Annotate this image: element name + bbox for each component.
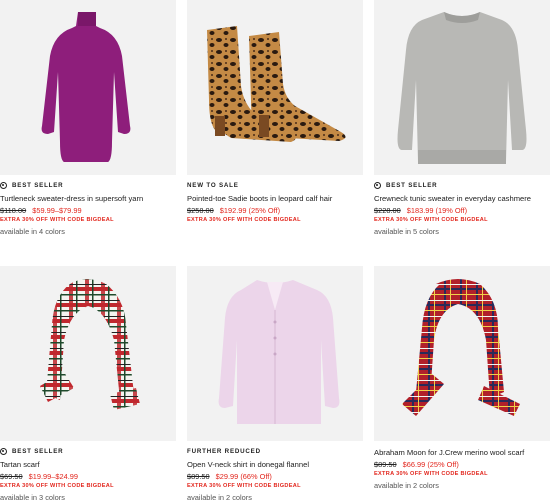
purple-sweater-dress-icon: [0, 0, 176, 175]
product-image[interactable]: [0, 266, 176, 441]
product-card[interactable]: BEST SELLER Tartan scarf $69.50 $19.99–$…: [0, 266, 176, 502]
product-card[interactable]: BEST SELLER Turtleneck sweater-dress in …: [0, 0, 176, 240]
sale-price: $19.99–$24.99: [28, 472, 78, 481]
product-grid: BEST SELLER Turtleneck sweater-dress in …: [0, 0, 550, 502]
sale-price: $29.99 (66% Off): [215, 472, 272, 481]
promo-text: EXTRA 30% OFF WITH CODE BIGDEAL: [374, 471, 488, 477]
promo-text: EXTRA 30% OFF WITH CODE BIGDEAL: [374, 217, 488, 223]
tartan-scarf-icon: [0, 266, 176, 441]
sale-price: $183.99 (19% Off): [406, 206, 468, 215]
product-image[interactable]: [187, 266, 363, 441]
product-name[interactable]: Open V-neck shirt in donegal flannel: [187, 460, 309, 469]
price: $118.00 $59.99–$79.99: [0, 206, 82, 215]
sale-price: $66.99 (25% Off): [402, 460, 459, 469]
promo-text: EXTRA 30% OFF WITH CODE BIGDEAL: [187, 483, 301, 489]
color-availability[interactable]: available in 3 colors: [0, 493, 65, 502]
grey-tunic-sweater-icon: [374, 0, 550, 175]
color-availability[interactable]: available in 4 colors: [0, 227, 65, 236]
sale-price: $59.99–$79.99: [32, 206, 82, 215]
promo-text: EXTRA 30% OFF WITH CODE BIGDEAL: [0, 483, 114, 489]
sale-price: $192.99 (25% Off): [219, 206, 281, 215]
best-seller-icon: [0, 182, 7, 189]
badge-label: BEST SELLER: [12, 182, 64, 189]
product-card[interactable]: BEST SELLER Crewneck tunic sweater in ev…: [374, 0, 550, 240]
badge-label: BEST SELLER: [386, 182, 438, 189]
promo-text: EXTRA 30% OFF WITH CODE BIGDEAL: [0, 217, 114, 223]
badge-label: BEST SELLER: [12, 448, 64, 455]
product-name[interactable]: Turtleneck sweater-dress in supersoft ya…: [0, 194, 143, 203]
product-name[interactable]: Pointed-toe Sadie boots in leopard calf …: [187, 194, 332, 203]
badge: FURTHER REDUCED: [187, 448, 261, 455]
product-card[interactable]: FURTHER REDUCED Open V-neck shirt in don…: [187, 266, 363, 502]
color-availability[interactable]: available in 2 colors: [374, 481, 439, 490]
original-price: $69.50: [0, 472, 23, 481]
product-card[interactable]: Abraham Moon for J.Crew merino wool scar…: [374, 266, 550, 502]
red-plaid-scarf-icon: [374, 266, 550, 441]
price: $228.00 $183.99 (19% Off): [374, 206, 467, 215]
price: $89.50 $29.99 (66% Off): [187, 472, 272, 481]
badge: BEST SELLER: [0, 448, 63, 455]
product-image[interactable]: [374, 266, 550, 441]
best-seller-icon: [0, 448, 7, 455]
original-price: $89.50: [374, 460, 397, 469]
leopard-boots-icon: [187, 0, 363, 175]
product-name[interactable]: Tartan scarf: [0, 460, 40, 469]
price: $258.00 $192.99 (25% Off): [187, 206, 280, 215]
badge-label: NEW TO SALE: [187, 182, 239, 189]
best-seller-icon: [374, 182, 381, 189]
product-image[interactable]: [187, 0, 363, 175]
product-image[interactable]: [374, 0, 550, 175]
original-price: $118.00: [0, 206, 27, 215]
price: $89.50 $66.99 (25% Off): [374, 460, 459, 469]
product-card[interactable]: NEW TO SALE Pointed-toe Sadie boots in l…: [187, 0, 363, 240]
badge-label: FURTHER REDUCED: [187, 448, 261, 455]
product-image[interactable]: [0, 0, 176, 175]
badge: BEST SELLER: [0, 182, 63, 189]
original-price: $89.50: [187, 472, 210, 481]
badge: BEST SELLER: [374, 182, 437, 189]
product-name[interactable]: Abraham Moon for J.Crew merino wool scar…: [374, 448, 524, 457]
promo-text: EXTRA 30% OFF WITH CODE BIGDEAL: [187, 217, 301, 223]
color-availability[interactable]: available in 5 colors: [374, 227, 439, 236]
product-name[interactable]: Crewneck tunic sweater in everyday cashm…: [374, 194, 531, 203]
original-price: $228.00: [374, 206, 401, 215]
badge: NEW TO SALE: [187, 182, 239, 189]
color-availability[interactable]: available in 2 colors: [187, 493, 252, 502]
original-price: $258.00: [187, 206, 214, 215]
pink-flannel-shirt-icon: [187, 266, 363, 441]
price: $69.50 $19.99–$24.99: [0, 472, 78, 481]
